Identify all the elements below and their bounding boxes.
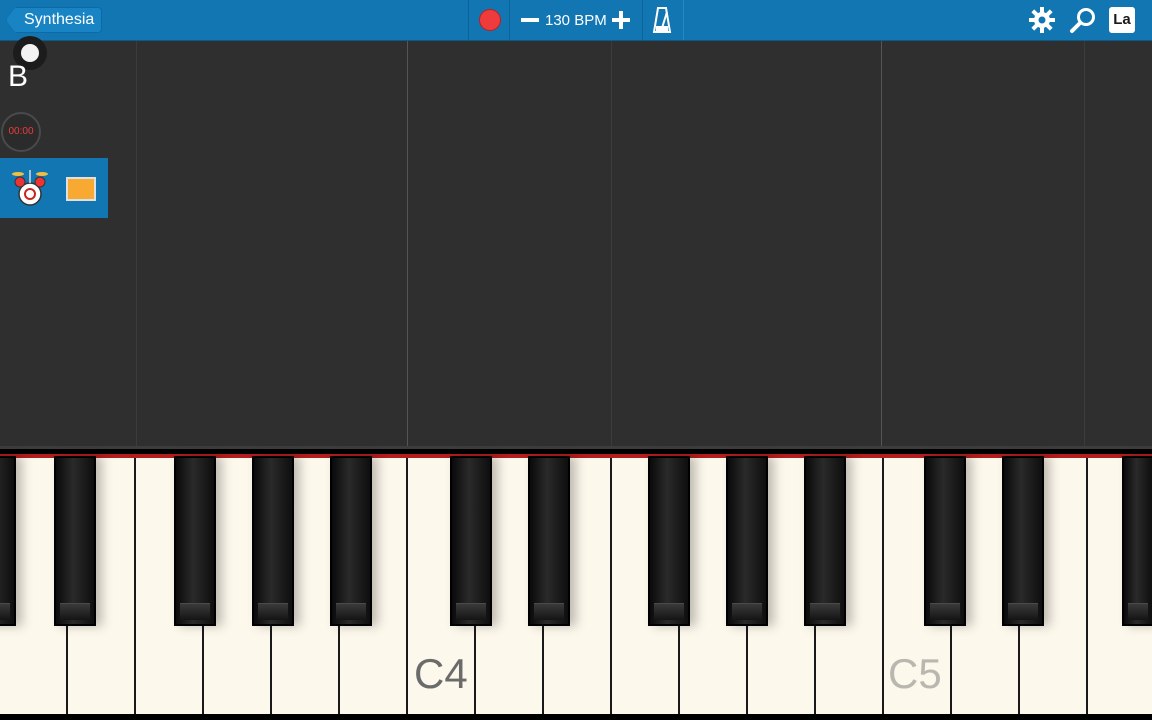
black-key[interactable] (252, 456, 294, 626)
hand-label: B (8, 60, 29, 93)
black-key[interactable] (54, 456, 96, 626)
black-key[interactable] (726, 456, 768, 626)
back-button[interactable]: Synthesia (6, 7, 103, 33)
key-label-c5: C5 (888, 650, 942, 697)
tempo-value: 130 BPM (545, 12, 607, 29)
grid-line-octave (881, 41, 882, 446)
top-toolbar: Synthesia 130 BPM La (0, 0, 1152, 41)
note-roll (0, 41, 1152, 446)
minus-icon[interactable] (521, 18, 539, 22)
record-icon[interactable] (480, 10, 500, 30)
drum-kit-icon[interactable] (12, 168, 48, 208)
keyboard-red-line (0, 454, 1152, 458)
plus-icon-vertical[interactable] (619, 11, 623, 29)
metronome-icon[interactable] (652, 6, 672, 34)
black-key[interactable] (0, 456, 16, 626)
key-label-c4: C4 (414, 650, 468, 697)
black-key[interactable] (648, 456, 690, 626)
gear-icon[interactable] (1029, 7, 1055, 33)
magnifier-icon[interactable] (1069, 6, 1097, 34)
black-key[interactable] (1122, 456, 1152, 626)
timer-display: 00:00 (1, 112, 41, 152)
labels-icon[interactable]: La (1109, 7, 1135, 33)
black-key[interactable] (450, 456, 492, 626)
grid-line (1084, 41, 1085, 446)
grid-line (136, 41, 137, 446)
grid-line-octave (407, 41, 408, 446)
grid-line (611, 41, 612, 446)
black-key[interactable] (804, 456, 846, 626)
black-key[interactable] (924, 456, 966, 626)
black-key[interactable] (1002, 456, 1044, 626)
black-key[interactable] (528, 456, 570, 626)
black-key[interactable] (330, 456, 372, 626)
black-key[interactable] (174, 456, 216, 626)
track-color-swatch[interactable] (66, 177, 96, 201)
